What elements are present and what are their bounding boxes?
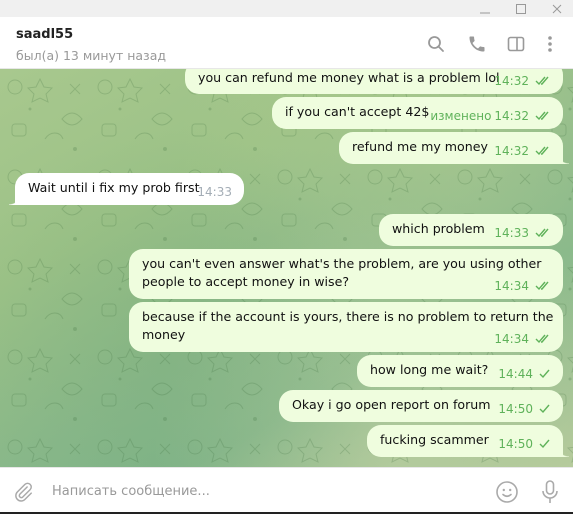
message-text: you can't even answer what's the problem…: [142, 256, 542, 289]
message-meta: 14:50: [498, 400, 551, 418]
message-text: Okay i go open report on forum: [292, 397, 491, 412]
message-time: 14:34: [494, 279, 529, 293]
search-button[interactable]: [424, 32, 448, 56]
close-icon: [552, 4, 562, 13]
message-time: 14:50: [498, 437, 533, 451]
message-time: 14:32: [494, 109, 529, 123]
message-composer: [0, 467, 573, 514]
message-text: if you can't accept 42$: [285, 104, 430, 119]
microphone-icon: [542, 480, 558, 503]
message-text: you can refund me money what is a proble…: [198, 70, 500, 85]
edited-label: изменено: [430, 109, 492, 123]
minimize-button[interactable]: [470, 0, 500, 17]
message-bubble-outgoing[interactable]: which problem 14:33: [379, 214, 563, 246]
message-meta: 14:32: [494, 142, 551, 160]
sidebar-toggle-button[interactable]: [504, 32, 528, 56]
search-icon: [428, 36, 444, 52]
double-check-icon: [535, 334, 549, 344]
maximize-icon: [516, 3, 526, 14]
message-list[interactable]: you can refund me money what is a proble…: [0, 69, 573, 467]
message-meta: 14:33: [197, 183, 232, 201]
maximize-button[interactable]: [506, 0, 536, 17]
message-bubble-outgoing[interactable]: Okay i go open report on forum 14:50: [279, 390, 563, 422]
message-bubble-outgoing[interactable]: if you can't accept 42$ изменено 14:32: [272, 97, 563, 129]
paperclip-icon: [15, 482, 32, 502]
emoji-button[interactable]: [494, 479, 520, 505]
message-meta: 14:50: [498, 435, 551, 453]
double-check-icon: [535, 111, 549, 121]
voice-record-button[interactable]: [537, 479, 563, 505]
close-button[interactable]: [542, 0, 572, 17]
double-check-icon: [535, 281, 549, 291]
message-bubble-outgoing[interactable]: because if the account is yours, there i…: [129, 302, 563, 352]
message-meta: 14:33: [494, 224, 551, 242]
single-check-icon: [539, 404, 550, 414]
message-time: 14:50: [498, 402, 533, 416]
message-text: how long me wait?: [370, 362, 489, 377]
message-time: 14:44: [498, 367, 533, 381]
message-text: Wait until i fix my prob first: [28, 180, 200, 195]
sidebar-toggle-icon: [507, 36, 525, 52]
message-bubble-outgoing[interactable]: fucking scammer 14:50: [367, 425, 569, 457]
message-bubble-outgoing[interactable]: you can refund me money what is a proble…: [185, 69, 563, 94]
single-check-icon: [539, 369, 550, 379]
window-titlebar: [0, 0, 573, 17]
peer-name[interactable]: saadl55: [16, 27, 73, 42]
message-time: 14:32: [494, 74, 529, 88]
smiley-icon: [496, 481, 518, 503]
call-button[interactable]: [465, 32, 489, 56]
message-meta: изменено 14:32: [430, 107, 551, 125]
double-check-icon: [535, 146, 549, 156]
message-input[interactable]: [52, 478, 472, 504]
single-check-icon: [539, 439, 550, 449]
double-check-icon: [535, 228, 549, 238]
message-text: which problem: [392, 221, 485, 236]
message-text: fucking scammer: [380, 432, 489, 447]
peer-status: был(а) 13 минут назад: [16, 48, 166, 63]
more-vertical-icon: [548, 36, 552, 52]
message-text: because if the account is yours, there i…: [142, 309, 554, 342]
double-check-icon: [535, 76, 549, 86]
message-bubble-outgoing[interactable]: how long me wait? 14:44: [357, 355, 563, 387]
message-bubble-incoming[interactable]: Wait until i fix my prob first 14:33: [9, 173, 244, 205]
message-meta: 14:34: [494, 330, 551, 348]
chat-header: saadl55 был(а) 13 минут назад: [0, 17, 573, 69]
message-time: 14:32: [494, 144, 529, 158]
message-bubble-outgoing[interactable]: you can't even answer what's the problem…: [129, 249, 563, 299]
minimize-icon: [480, 12, 490, 13]
message-time: 14:33: [197, 185, 232, 199]
message-text: refund me my money: [352, 139, 488, 154]
message-meta: 14:32: [494, 72, 551, 90]
message-time: 14:34: [494, 332, 529, 346]
more-options-button[interactable]: [538, 32, 562, 56]
message-meta: 14:34: [494, 277, 551, 295]
message-bubble-outgoing[interactable]: refund me my money 14:32: [339, 132, 569, 164]
phone-icon: [469, 36, 485, 52]
message-meta: 14:44: [498, 365, 551, 383]
attach-button[interactable]: [10, 479, 36, 505]
message-time: 14:33: [494, 226, 529, 240]
